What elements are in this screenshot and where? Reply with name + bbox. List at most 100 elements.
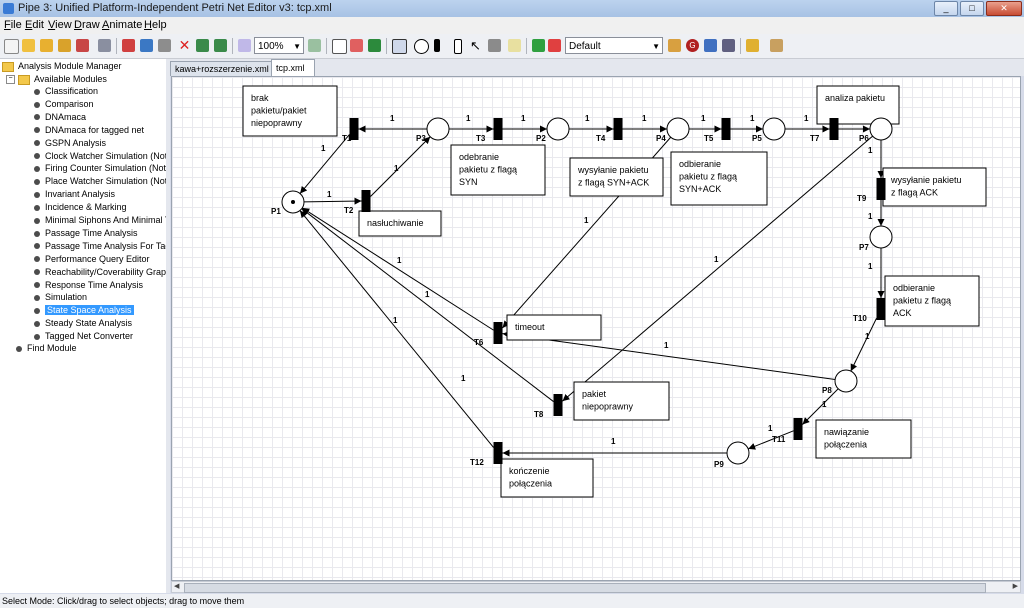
open-file-icon[interactable] bbox=[22, 39, 35, 52]
menu-draw[interactable]: Draw bbox=[74, 19, 100, 31]
module-item[interactable]: Comparison bbox=[34, 98, 94, 110]
module-item[interactable]: Tagged Net Converter bbox=[34, 330, 133, 342]
module-item[interactable]: Place Watcher Simulation (Not bbox=[34, 175, 166, 187]
module-item[interactable]: Reachability/Coverability Grap bbox=[34, 266, 166, 278]
menu-file[interactable]: File bbox=[4, 19, 22, 31]
new-file-icon[interactable] bbox=[4, 39, 19, 54]
tree-available-modules[interactable]: − Available Modules bbox=[6, 73, 107, 85]
transition-T9[interactable] bbox=[876, 178, 886, 200]
inhibitor-arc-icon[interactable] bbox=[488, 39, 501, 52]
petri-net-canvas[interactable]: 1111111111111111111111111 brakpakietu/pa… bbox=[171, 76, 1021, 581]
transition-icon[interactable] bbox=[434, 39, 440, 52]
place-P8[interactable] bbox=[834, 369, 858, 393]
scroll-left-icon[interactable]: ◀ bbox=[174, 582, 179, 590]
arc-icon[interactable]: ↖ bbox=[470, 39, 483, 52]
annotation[interactable]: odbieranie pakietu z flagą ACK bbox=[884, 275, 980, 327]
menu-edit[interactable]: Edit bbox=[25, 19, 44, 31]
tab-tcp[interactable]: tcp.xml bbox=[271, 59, 315, 77]
transition-T12[interactable] bbox=[493, 442, 503, 464]
annotation[interactable]: pakiet niepoprawny bbox=[573, 381, 670, 421]
save-icon[interactable] bbox=[58, 39, 71, 52]
zoom-out-icon[interactable] bbox=[238, 39, 251, 52]
g-icon[interactable]: G bbox=[686, 39, 699, 52]
timed-transition-icon[interactable] bbox=[454, 39, 462, 54]
transition-T2[interactable] bbox=[361, 190, 371, 212]
transition-T6[interactable] bbox=[493, 322, 503, 344]
menu-view[interactable]: View bbox=[48, 19, 72, 31]
eraser-icon[interactable] bbox=[770, 39, 783, 52]
annotation[interactable]: nawiązanie połączenia bbox=[815, 419, 912, 459]
tree-root[interactable]: Analysis Module Manager bbox=[2, 60, 122, 72]
horizontal-scrollbar[interactable]: ◀ ▶ bbox=[171, 581, 1021, 593]
module-item[interactable]: Passage Time Analysis bbox=[34, 227, 138, 239]
place-P7[interactable] bbox=[869, 225, 893, 249]
arc-T10-P8[interactable] bbox=[850, 318, 877, 372]
undo-icon[interactable] bbox=[196, 39, 209, 52]
annotation[interactable]: odebranie pakietu z flagą SYN bbox=[450, 144, 546, 196]
arc-P8-T11[interactable] bbox=[802, 388, 839, 425]
module-item[interactable]: Firing Counter Simulation (Not bbox=[34, 162, 166, 174]
copy-icon[interactable] bbox=[140, 39, 153, 52]
tree-find-module[interactable]: Find Module bbox=[16, 342, 77, 354]
arc-T8-P1[interactable] bbox=[301, 208, 554, 402]
print-icon[interactable] bbox=[98, 39, 111, 52]
annotation-icon[interactable] bbox=[508, 39, 521, 52]
transition-T11[interactable] bbox=[793, 418, 803, 440]
maximize-button[interactable]: □ bbox=[960, 1, 984, 16]
module-item[interactable]: DNAmaca for tagged net bbox=[34, 124, 144, 136]
module-item[interactable]: Steady State Analysis bbox=[34, 317, 132, 329]
place-P6[interactable] bbox=[869, 117, 893, 141]
arc-P1-T2[interactable] bbox=[303, 197, 362, 205]
place-P3[interactable] bbox=[426, 117, 450, 141]
module-item[interactable]: Performance Query Editor bbox=[34, 253, 150, 265]
annotation[interactable]: brak pakietu/pakiet niepoprawny bbox=[242, 85, 338, 137]
module-item[interactable]: Invariant Analysis bbox=[34, 188, 115, 200]
select-mode-icon[interactable] bbox=[392, 39, 407, 54]
add-token-icon[interactable] bbox=[532, 39, 545, 52]
annotation[interactable]: wysyłanie pakietu z flagą SYN+ACK bbox=[569, 157, 664, 197]
cut-icon[interactable] bbox=[122, 39, 135, 52]
module-item[interactable]: Incidence & Marking bbox=[34, 201, 127, 213]
close-button[interactable]: ✕ bbox=[986, 1, 1022, 16]
token-class-combo[interactable]: Default ▼ bbox=[565, 37, 663, 54]
place-P9[interactable] bbox=[726, 441, 750, 465]
place-P4[interactable] bbox=[666, 117, 690, 141]
menu-animate[interactable]: Animate bbox=[102, 19, 142, 31]
place-P5[interactable] bbox=[762, 117, 786, 141]
annotation[interactable]: kończenie połączenia bbox=[500, 458, 594, 498]
zoom-in-icon[interactable] bbox=[308, 39, 321, 52]
transition-T5[interactable] bbox=[721, 118, 731, 140]
layout-icon[interactable] bbox=[722, 39, 735, 52]
open-folder-icon[interactable] bbox=[40, 39, 53, 52]
transition-T7[interactable] bbox=[829, 118, 839, 140]
arc-T2-P3[interactable] bbox=[370, 136, 431, 197]
splitter[interactable] bbox=[166, 59, 170, 593]
module-item[interactable]: Minimal Siphons And Minimal Tr bbox=[34, 214, 166, 226]
module-item[interactable]: Simulation bbox=[34, 291, 87, 303]
module-item[interactable]: Clock Watcher Simulation (Not bbox=[34, 150, 166, 162]
module-item[interactable]: Classification bbox=[34, 85, 98, 97]
toggle-icon[interactable] bbox=[350, 39, 363, 52]
module-item[interactable]: Passage Time Analysis For Tag bbox=[34, 240, 166, 252]
annotation[interactable]: odbieranie pakietu z flagą SYN+ACK bbox=[670, 151, 768, 206]
zoom-combo[interactable]: 100% ▼ bbox=[254, 37, 304, 54]
arc-P8-T6[interactable] bbox=[502, 331, 836, 380]
menu-help[interactable]: Help bbox=[144, 19, 167, 31]
scroll-right-icon[interactable]: ▶ bbox=[1013, 582, 1018, 590]
delete-icon[interactable]: ✕ bbox=[178, 38, 191, 52]
annotation-box[interactable] bbox=[816, 85, 900, 125]
redo-icon[interactable] bbox=[214, 39, 227, 52]
scroll-thumb[interactable] bbox=[184, 583, 986, 593]
animate-icon[interactable] bbox=[368, 39, 381, 52]
edit-icon[interactable] bbox=[746, 39, 759, 52]
minimize-button[interactable]: _ bbox=[934, 1, 958, 16]
place-icon[interactable] bbox=[414, 39, 429, 54]
arc-T11-P9[interactable] bbox=[748, 430, 794, 450]
grid-icon[interactable] bbox=[332, 39, 347, 54]
paste-icon[interactable] bbox=[158, 39, 171, 52]
network-icon[interactable] bbox=[704, 39, 717, 52]
petri-net-diagram[interactable]: 1111111111111111111111111 brakpakietu/pa… bbox=[172, 77, 1021, 581]
annotation[interactable]: nasłuchiwanie bbox=[358, 210, 442, 237]
module-item[interactable]: Response Time Analysis bbox=[34, 279, 143, 291]
transition-T3[interactable] bbox=[493, 118, 503, 140]
